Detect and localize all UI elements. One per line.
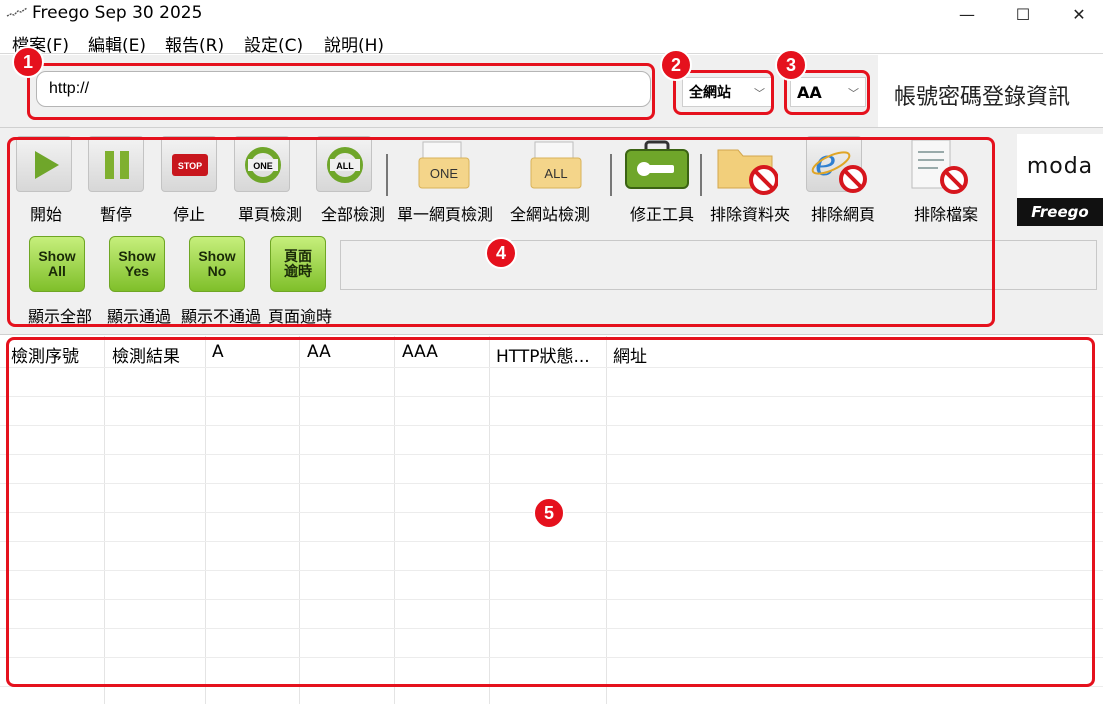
- annotation-badge-5: 5: [533, 497, 565, 529]
- annotation-badge-1: 1: [12, 46, 44, 78]
- freego-logo-text: Freego: [1017, 198, 1103, 226]
- menu-settings[interactable]: 設定(C): [244, 31, 303, 56]
- menu-edit[interactable]: 編輯(E): [88, 31, 146, 56]
- menu-bar: 檔案(F) 編輯(E) 報告(R) 設定(C) 說明(H): [0, 28, 1103, 56]
- window-title: Freego Sep 30 2025: [32, 3, 203, 23]
- close-button[interactable]: ✕: [1056, 0, 1102, 28]
- annotation-badge-3: 3: [775, 49, 807, 81]
- moda-freego-logo: moda Freego: [1017, 134, 1103, 226]
- annotation-box-1: [27, 63, 655, 120]
- moda-logo-text: moda: [1026, 154, 1094, 179]
- annotation-badge-4: 4: [485, 237, 517, 269]
- menu-help[interactable]: 說明(H): [324, 31, 384, 56]
- annotation-box-4: [7, 137, 995, 327]
- minimize-button[interactable]: —: [944, 0, 990, 28]
- menu-report[interactable]: 報告(R): [165, 31, 224, 56]
- title-bar: Freego Sep 30 2025 — ☐ ✕: [0, 0, 1103, 28]
- annotation-box-2: [673, 70, 774, 115]
- login-info-button[interactable]: 帳號密碼登錄資訊: [878, 55, 1103, 127]
- app-icon: [6, 6, 28, 20]
- maximize-button[interactable]: ☐: [1000, 0, 1046, 28]
- annotation-badge-2: 2: [660, 49, 692, 81]
